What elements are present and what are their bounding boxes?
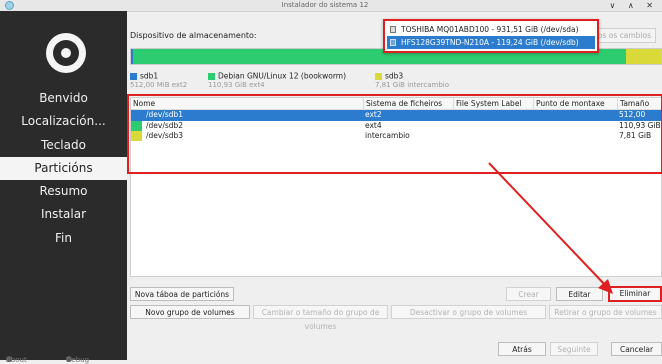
row-name: /dev/sdb3 bbox=[131, 131, 183, 142]
window-controls[interactable]: ∨ ∧ ✕ bbox=[610, 0, 659, 11]
create-button[interactable]: Crear bbox=[506, 287, 551, 301]
partition-legend: sdb1 512,00 MiB ext2 Debian GNU/Linux 12… bbox=[130, 71, 662, 91]
cancel-button[interactable]: Cancelar bbox=[611, 342, 662, 356]
remove-volume-group-button[interactable]: Retirar o grupo de volumes bbox=[549, 305, 662, 319]
sidebar-item-welcome[interactable]: Benvido bbox=[0, 87, 127, 110]
column-header-size[interactable]: Tamaño bbox=[617, 98, 649, 109]
partition-swatch bbox=[131, 131, 142, 141]
device-label: Dispositivo de almacenamento: bbox=[130, 31, 257, 40]
sidebar-nav: Benvido Localización... Teclado Partició… bbox=[0, 87, 127, 250]
back-button[interactable]: Atrás bbox=[498, 342, 546, 356]
table-header: Nome Sistema de ficheiros File System La… bbox=[131, 98, 661, 110]
row-filesystem: intercambio bbox=[365, 131, 410, 140]
sidebar-item-install[interactable]: Instalar bbox=[0, 203, 127, 226]
legend-swatch bbox=[130, 72, 137, 80]
partition-swatch bbox=[131, 120, 142, 131]
column-header-label[interactable]: File System Label bbox=[453, 98, 522, 109]
legend-item: sdb3 7,81 GiB intercambio bbox=[375, 71, 449, 89]
table-row[interactable]: /dev/sdb2 ext4 110,93 GiB bbox=[131, 120, 661, 132]
new-volume-group-button[interactable]: Novo grupo de volumes bbox=[130, 305, 250, 319]
device-dropdown[interactable]: TOSHIBA MQ01ABD100 - 931,51 GiB (/dev/sd… bbox=[383, 19, 599, 53]
legend-item: Debian GNU/Linux 12 (bookworm) 110,93 Gi… bbox=[208, 71, 347, 89]
installer-logo bbox=[46, 33, 86, 73]
table-row[interactable]: /dev/sdb1 ext2 512,00 MiB bbox=[131, 110, 661, 130]
usage-segment-sdb3 bbox=[626, 49, 661, 64]
table-row[interactable]: /dev/sdb3 intercambio 7,81 GiB bbox=[131, 131, 661, 142]
resize-volume-group-button[interactable]: Cambiar o tamaño do grupo de volumes bbox=[253, 305, 388, 331]
app-icon bbox=[5, 1, 14, 10]
column-header-name[interactable]: Nome bbox=[131, 98, 155, 109]
device-option[interactable]: TOSHIBA MQ01ABD100 - 931,51 GiB (/dev/sd… bbox=[387, 23, 595, 36]
next-button[interactable]: Seguinte bbox=[550, 342, 598, 356]
row-size: 110,93 GiB bbox=[619, 120, 661, 130]
legend-item: sdb1 512,00 MiB ext2 bbox=[130, 71, 188, 89]
legend-swatch bbox=[208, 72, 215, 80]
row-name: /dev/sdb1 bbox=[131, 110, 183, 121]
column-header-mountpoint[interactable]: Punto de montaxe bbox=[533, 98, 605, 109]
sidebar-item-location[interactable]: Localización... bbox=[0, 110, 127, 133]
new-partition-table-button[interactable]: Nova táboa de particións bbox=[130, 287, 234, 301]
sidebar-item-partitions[interactable]: Particións bbox=[0, 156, 127, 181]
partition-swatch bbox=[131, 110, 142, 120]
delete-button[interactable]: Eliminar bbox=[608, 286, 662, 302]
partition-table: Nome Sistema de ficheiros File System La… bbox=[130, 97, 662, 277]
row-size: 7,81 GiB bbox=[619, 131, 652, 140]
window-title: Instalador do sistema 12 bbox=[281, 1, 369, 9]
row-filesystem: ext2 bbox=[365, 110, 382, 119]
sidebar-item-finish[interactable]: Fin bbox=[0, 227, 127, 250]
row-filesystem: ext4 bbox=[365, 120, 382, 130]
column-header-filesystem[interactable]: Sistema de ficheiros bbox=[363, 98, 442, 109]
disk-icon bbox=[390, 39, 396, 46]
row-name: /dev/sdb2 bbox=[131, 120, 183, 132]
edit-button[interactable]: Editar bbox=[556, 287, 603, 301]
device-option-selected[interactable]: HFS128G39TND-N210A - 119,24 GiB (/dev/sd… bbox=[387, 36, 595, 49]
main-panel: Dispositivo de almacenamento: Reverter t… bbox=[127, 11, 662, 360]
sidebar-item-summary[interactable]: Resumo bbox=[0, 180, 127, 203]
sidebar: Benvido Localización... Teclado Partició… bbox=[0, 11, 127, 364]
deactivate-volume-group-button[interactable]: Desactivar o grupo de volumes bbox=[391, 305, 546, 319]
sidebar-item-keyboard[interactable]: Teclado bbox=[0, 134, 127, 157]
legend-swatch bbox=[375, 72, 382, 80]
disk-icon bbox=[390, 26, 396, 33]
